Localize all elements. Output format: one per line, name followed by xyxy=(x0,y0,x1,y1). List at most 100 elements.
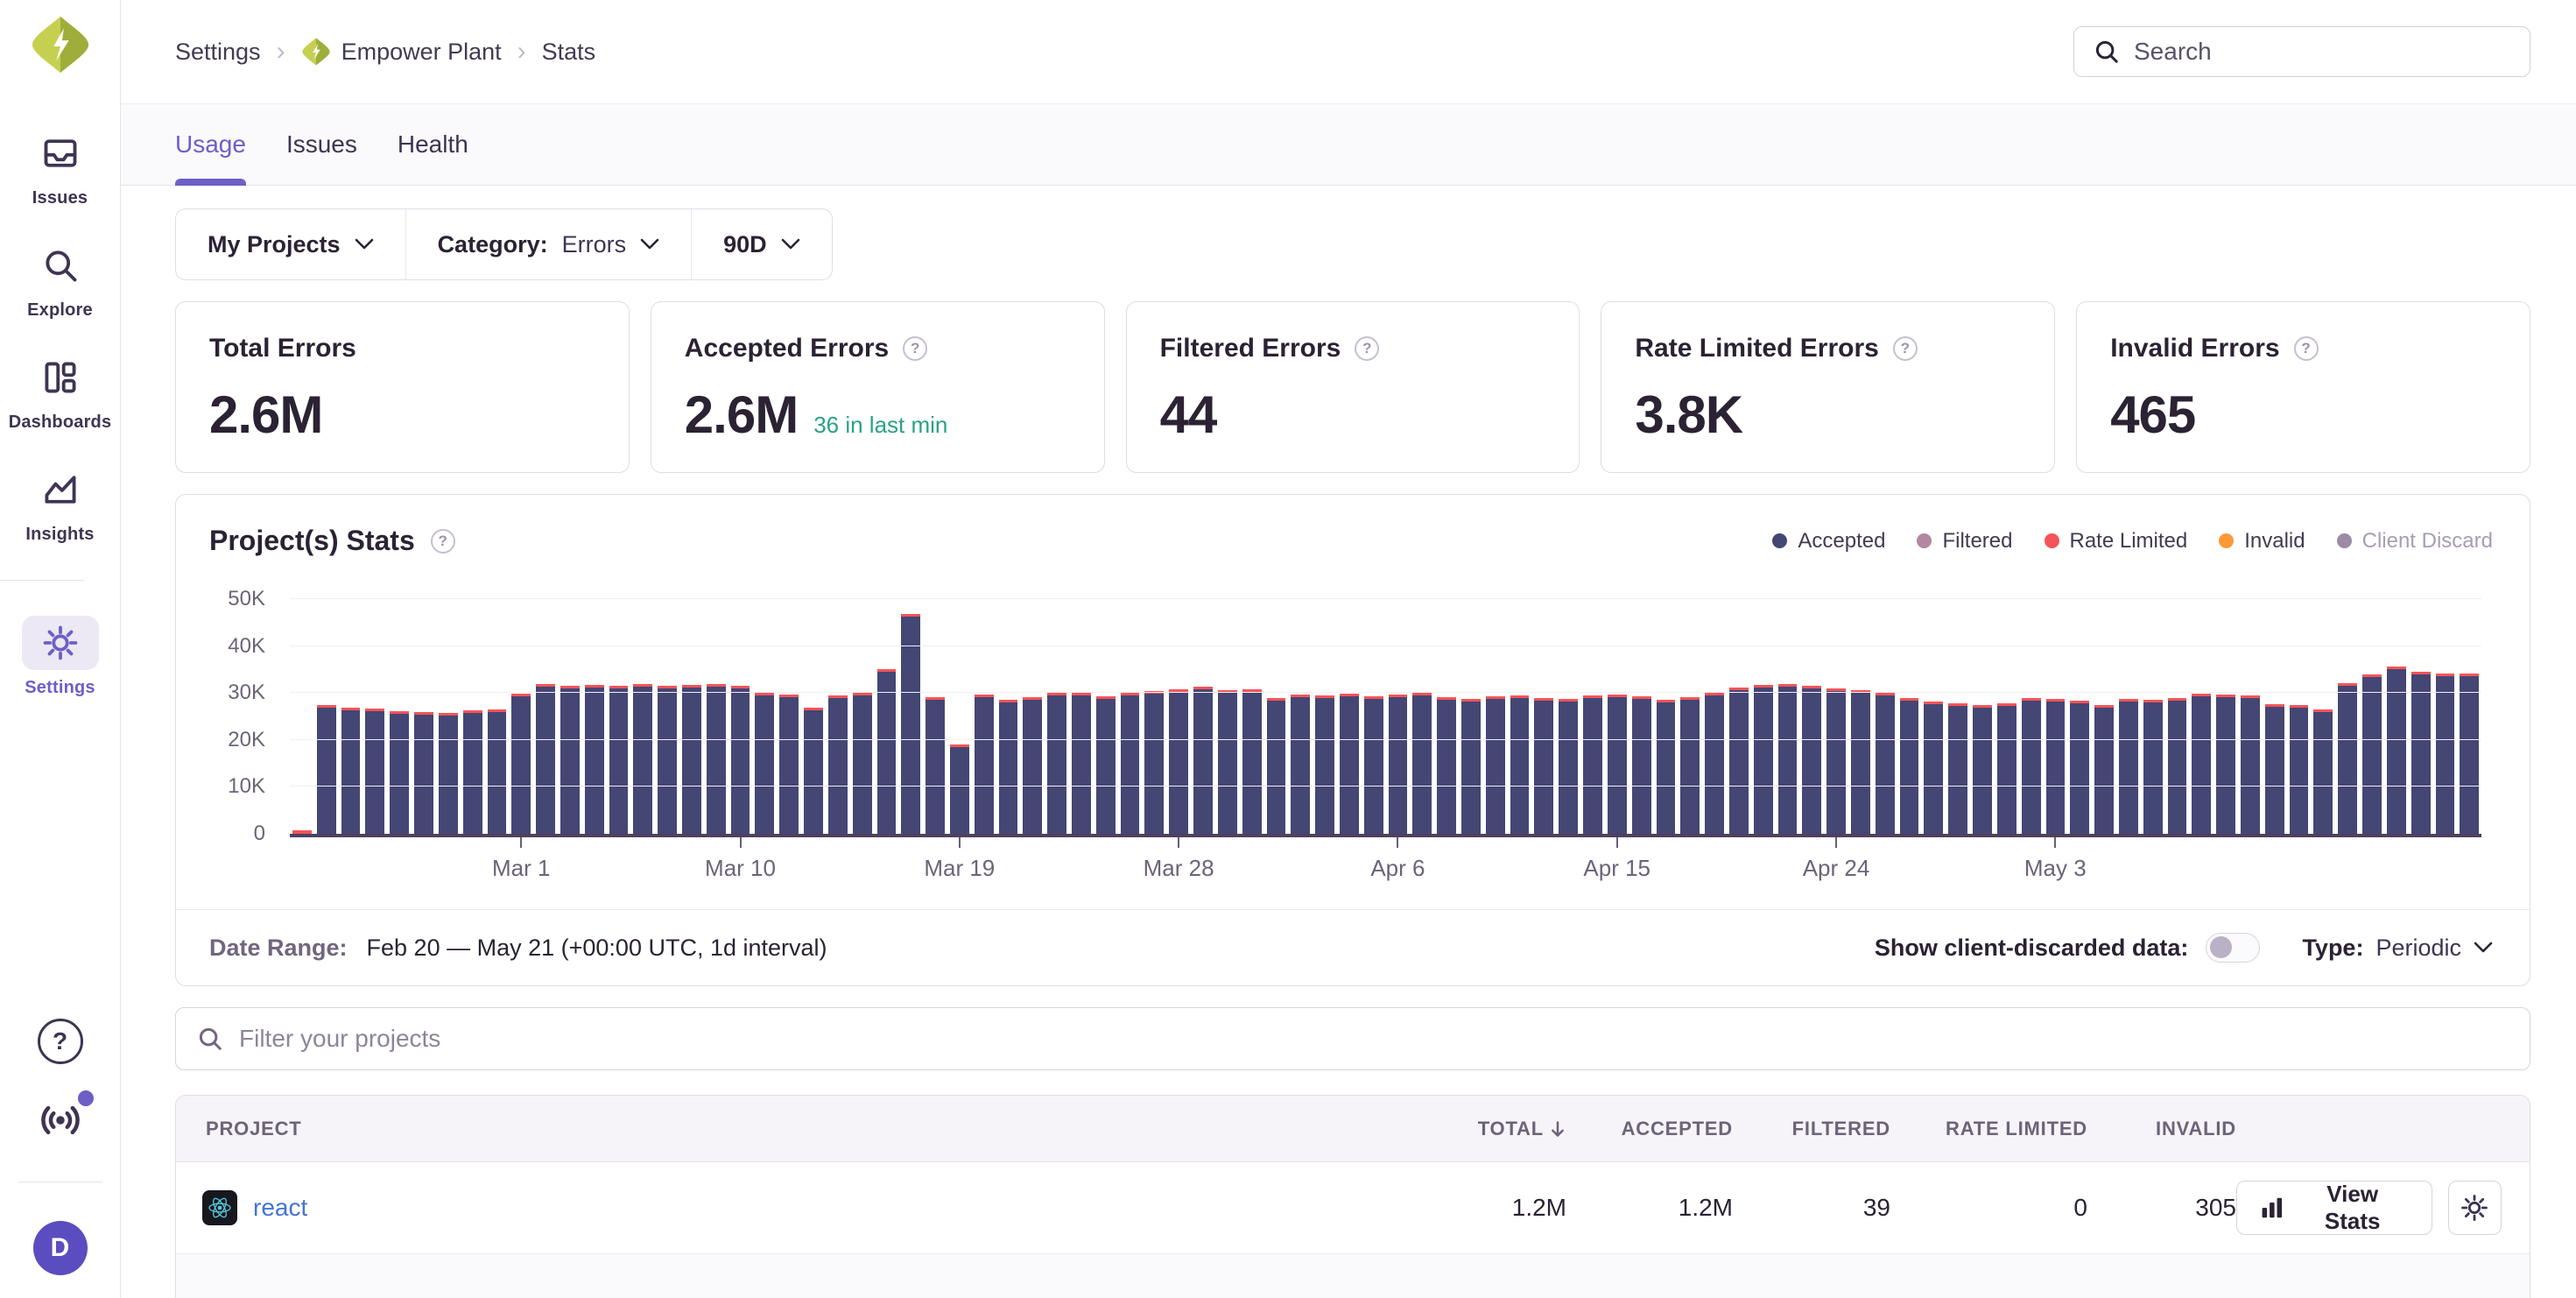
info-icon[interactable] xyxy=(903,336,927,361)
project-settings-button[interactable] xyxy=(2448,1181,2502,1235)
chart-bar xyxy=(488,709,507,834)
help-button[interactable] xyxy=(38,1019,83,1064)
bar-accepted-segment xyxy=(1924,704,1943,834)
main-area: Settings › Empower Plant › Stats Usage I… xyxy=(121,0,2576,1298)
view-stats-button[interactable]: View Stats xyxy=(2236,1181,2432,1235)
info-icon[interactable] xyxy=(2294,336,2319,361)
gridline xyxy=(290,739,2481,740)
sidebar-item-insights[interactable]: Insights xyxy=(0,462,120,545)
legend-item-rate-limited[interactable]: Rate Limited xyxy=(2045,529,2188,554)
legend-item-filtered[interactable]: Filtered xyxy=(1917,529,2012,554)
project-filter-input[interactable] xyxy=(239,1025,2509,1053)
x-axis-label: Mar 1 xyxy=(492,855,550,882)
bar-accepted-segment xyxy=(2241,698,2260,834)
tab-usage[interactable]: Usage xyxy=(175,104,246,185)
chart-bar xyxy=(2290,705,2309,834)
client-discard-toggle-label: Show client-discarded data: xyxy=(1875,935,2189,962)
bar-accepted-segment xyxy=(1705,695,1724,834)
x-axis-tick xyxy=(959,837,961,848)
info-icon[interactable] xyxy=(431,529,455,554)
project-filter[interactable] xyxy=(175,1007,2530,1070)
x-axis-label: Mar 10 xyxy=(705,855,776,882)
col-accepted[interactable]: ACCEPTED xyxy=(1566,1118,1733,1140)
col-filtered[interactable]: FILTERED xyxy=(1733,1118,1890,1140)
category-selector[interactable]: Category: Errors xyxy=(405,209,692,279)
gridline xyxy=(290,645,2481,646)
chart-bar xyxy=(1534,698,1553,834)
breadcrumb-org[interactable]: Empower Plant xyxy=(301,37,502,67)
col-invalid[interactable]: INVALID xyxy=(2087,1118,2236,1140)
bar-accepted-segment xyxy=(536,687,555,834)
col-rate-limited[interactable]: RATE LIMITED xyxy=(1890,1118,2087,1140)
legend-item-accepted[interactable]: Accepted xyxy=(1772,529,1885,554)
bar-accepted-segment xyxy=(609,688,629,834)
bar-accepted-segment xyxy=(999,702,1018,834)
bar-accepted-segment xyxy=(731,688,750,834)
legend-item-invalid[interactable]: Invalid xyxy=(2219,529,2305,554)
x-axis-tick xyxy=(2054,837,2056,848)
sidebar-item-explore[interactable]: Explore xyxy=(0,238,120,321)
legend-item-client-discard[interactable]: Client Discard xyxy=(2337,529,2493,554)
legend-label: Filtered xyxy=(1942,529,2012,554)
table-footer-strip xyxy=(176,1253,2530,1298)
bar-accepted-segment xyxy=(877,672,897,834)
bar-accepted-segment xyxy=(2313,712,2333,834)
info-icon[interactable] xyxy=(1893,336,1918,361)
bar-accepted-segment xyxy=(2192,696,2211,834)
chart-bar xyxy=(731,686,750,834)
chart-bar xyxy=(2265,704,2284,834)
react-platform-icon xyxy=(202,1190,237,1225)
chart-bar xyxy=(1851,690,1870,834)
chevron-right-icon: › xyxy=(277,37,285,67)
tab-health[interactable]: Health xyxy=(398,104,468,185)
bar-accepted-segment xyxy=(828,698,848,834)
sidebar-item-settings[interactable]: Settings xyxy=(0,616,120,698)
sidebar-divider xyxy=(0,580,84,581)
sidebar: Issues Explore Dashboards Insights Sett xyxy=(0,0,121,1298)
bar-accepted-segment xyxy=(1583,698,1602,834)
bar-accepted-segment xyxy=(560,688,580,834)
bar-accepted-segment xyxy=(1680,700,1700,834)
bar-accepted-segment xyxy=(1900,701,1919,834)
legend-dot xyxy=(1772,533,1787,548)
filter-bar: My Projects Category: Errors 90D xyxy=(175,208,833,280)
type-selector[interactable]: Type: Periodic xyxy=(2302,935,2493,962)
breadcrumb-settings[interactable]: Settings xyxy=(175,39,261,66)
chart-bar xyxy=(926,697,945,834)
bar-accepted-segment xyxy=(1144,694,1164,834)
col-project[interactable]: PROJECT xyxy=(176,1118,1426,1140)
chart-bar xyxy=(2362,674,2382,834)
chart-bar xyxy=(999,700,1018,834)
bar-accepted-segment xyxy=(1412,695,1432,834)
date-range-selector[interactable]: 90D xyxy=(691,209,832,279)
col-total[interactable]: TOTAL xyxy=(1426,1118,1566,1140)
search-input[interactable] xyxy=(2134,38,2510,66)
bar-accepted-segment xyxy=(1169,692,1188,834)
bar-accepted-segment xyxy=(2290,708,2309,834)
tabbar: Usage Issues Health xyxy=(121,103,2576,186)
chart-bar xyxy=(341,708,361,835)
whats-new-button[interactable] xyxy=(38,1097,83,1143)
type-label: Type: xyxy=(2302,935,2363,962)
bar-accepted-segment xyxy=(463,713,482,834)
sidebar-item-issues[interactable]: Issues xyxy=(0,126,120,208)
chart-bar xyxy=(2241,695,2260,834)
user-avatar[interactable]: D xyxy=(33,1221,88,1275)
project-selector[interactable]: My Projects xyxy=(176,209,405,279)
sentry-org-logo[interactable] xyxy=(30,14,91,75)
insights-chart-icon xyxy=(22,462,99,517)
tab-issues[interactable]: Issues xyxy=(286,104,357,185)
chart-bar xyxy=(755,693,774,834)
bar-accepted-segment xyxy=(1876,695,1895,834)
bar-accepted-segment xyxy=(1534,701,1553,834)
info-icon[interactable] xyxy=(1355,336,1379,361)
chart-bar xyxy=(536,684,555,834)
client-discard-toggle[interactable] xyxy=(2206,933,2260,963)
sidebar-item-dashboards[interactable]: Dashboards xyxy=(0,350,120,433)
chart-bar xyxy=(2070,701,2089,834)
global-search[interactable] xyxy=(2073,26,2530,77)
page-content: My Projects Category: Errors 90D Total E… xyxy=(121,186,2576,1298)
project-link[interactable]: react xyxy=(253,1194,307,1222)
card-invalid-errors: Invalid Errors 465 xyxy=(2076,301,2530,473)
chart-bar xyxy=(2143,700,2163,834)
